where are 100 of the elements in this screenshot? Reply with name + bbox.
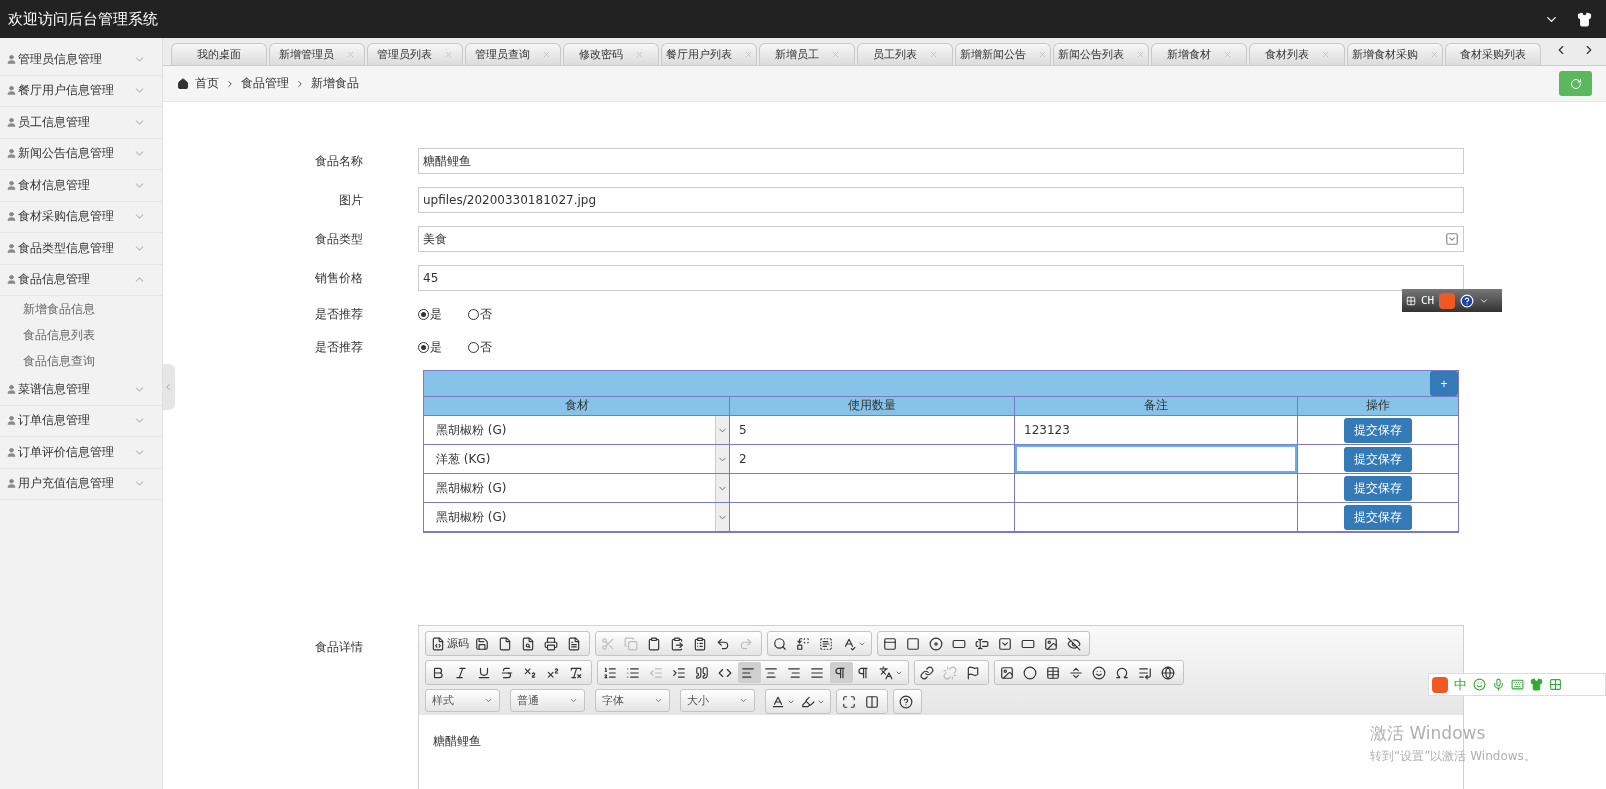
link-icon — [920, 665, 934, 680]
breadcrumb-item[interactable]: 食品管理 — [241, 75, 289, 92]
sidebar-item[interactable]: 员工信息管理 — [0, 107, 162, 139]
help-icon — [899, 694, 913, 709]
sidebar-item[interactable]: 用户充值信息管理 — [0, 468, 162, 500]
sidebar-item[interactable]: 食材信息管理 — [0, 170, 162, 202]
ime-logo-icon — [1439, 292, 1456, 309]
breadcrumb-item[interactable]: 新增食品 — [311, 75, 359, 92]
disc-icon — [929, 636, 943, 651]
caret-icon — [569, 696, 578, 705]
sidebar-item[interactable]: 订单评价信息管理 — [0, 437, 162, 469]
source-button[interactable]: 源码 — [428, 633, 472, 654]
select-field[interactable]: 黑胡椒粉 (G) — [424, 503, 729, 531]
align-left-button[interactable] — [738, 662, 761, 683]
input-field[interactable]: 糖醋鲤鱼 — [418, 148, 1464, 174]
editor-text: 糖醋鲤鱼 — [433, 734, 481, 748]
list-end-icon — [1138, 665, 1152, 680]
tab[interactable]: 新增管理员 — [269, 43, 365, 65]
superscript-icon — [546, 665, 560, 680]
column-header: 使用数量 — [730, 397, 1015, 416]
sidebar-subitem[interactable]: 食品信息查询 — [0, 348, 162, 374]
sidebar-item[interactable]: 食品类型信息管理 — [0, 233, 162, 265]
tab[interactable]: 我的桌面 — [171, 43, 267, 65]
radio-option[interactable]: 是 — [418, 305, 442, 323]
dropdown[interactable]: 字体 — [595, 689, 670, 712]
globe-icon — [1161, 665, 1175, 680]
save-button[interactable]: 提交保存 — [1344, 504, 1412, 530]
select-field[interactable]: 洋葱 (KG) — [424, 445, 729, 473]
align-center-icon — [764, 665, 778, 680]
tab[interactable]: 食材列表 — [1249, 43, 1345, 65]
bulleted-list-icon — [626, 665, 640, 680]
flag-icon — [966, 665, 980, 680]
sidebar-item[interactable]: 新闻公告信息管理 — [0, 138, 162, 170]
column-header: 食材 — [424, 397, 730, 416]
dropdown[interactable]: 普通 — [510, 689, 585, 712]
keyboard-icon[interactable] — [1511, 678, 1524, 691]
input-field[interactable] — [1015, 445, 1297, 473]
input-field[interactable]: 2 — [730, 445, 1014, 473]
italic-icon — [454, 665, 468, 680]
tab[interactable]: 新闻公告列表 — [1053, 43, 1149, 65]
user-icon — [6, 242, 17, 254]
field-label: 食品类型 — [314, 230, 363, 248]
select-field[interactable]: 黑胡椒粉 (G) — [424, 474, 729, 502]
sidebar-item[interactable]: 订单信息管理 — [0, 405, 162, 437]
sidebar-item[interactable]: 食品信息管理 — [0, 264, 162, 296]
save-button[interactable]: 提交保存 — [1344, 475, 1412, 501]
indent-icon — [672, 665, 686, 680]
add-button[interactable]: + — [1430, 371, 1458, 396]
highlight-icon — [801, 694, 815, 709]
sidebar-subitem[interactable]: 新增食品信息 — [0, 296, 162, 322]
chevron-down-icon — [1445, 232, 1459, 246]
tab[interactable]: 新增食材采购 — [1347, 43, 1443, 65]
pilcrow-icon — [833, 665, 847, 680]
sidebar-item[interactable]: 餐厅用户信息管理 — [0, 75, 162, 107]
input-field[interactable]: 123123 — [1015, 416, 1297, 444]
sidebar-item[interactable]: 管理员信息管理 — [0, 44, 162, 76]
input-field[interactable]: upfiles/20200330181027.jpg — [418, 187, 1464, 213]
tab[interactable]: 食材采购列表 — [1445, 43, 1541, 65]
grid-icon[interactable] — [1549, 678, 1562, 691]
source-icon — [431, 636, 445, 651]
tab[interactable]: 管理员列表 — [367, 43, 463, 65]
radio-option[interactable]: 否 — [468, 305, 492, 323]
save-button[interactable]: 提交保存 — [1344, 417, 1412, 443]
tab[interactable]: 员工列表 — [857, 43, 953, 65]
input-field[interactable]: 5 — [730, 416, 1014, 444]
sidebar-item[interactable]: 食材采购信息管理 — [0, 201, 162, 233]
tab[interactable]: 新增食材 — [1151, 43, 1247, 65]
template-icon — [567, 636, 581, 651]
paste-word-icon — [693, 636, 707, 651]
sidebar-subitem[interactable]: 食品信息列表 — [0, 322, 162, 348]
paste-text-icon — [670, 636, 684, 651]
sidebar-item[interactable]: 菜谱信息管理 — [0, 374, 162, 406]
textarea-icon — [975, 636, 989, 651]
user-icon — [6, 179, 17, 191]
tab[interactable]: 新增员工 — [759, 43, 855, 65]
select-field[interactable]: 美食 — [418, 226, 1464, 252]
tab[interactable]: 餐厅用户列表 — [661, 43, 757, 65]
save-button[interactable]: 提交保存 — [1344, 446, 1412, 472]
tab[interactable]: 新增新闻公告 — [955, 43, 1051, 65]
select-field[interactable]: 黑胡椒粉 (G) — [424, 416, 729, 444]
radio-option[interactable]: 否 — [468, 338, 492, 356]
field-label: 食品详情 — [314, 639, 363, 656]
numbered-list-icon — [603, 665, 617, 680]
help-icon[interactable] — [1460, 293, 1475, 308]
microphone-icon[interactable] — [1492, 678, 1505, 691]
smile-icon[interactable] — [1473, 678, 1486, 691]
input-field[interactable]: 45 — [418, 265, 1464, 291]
table-icon — [1046, 665, 1060, 680]
user-icon — [6, 53, 17, 65]
radio-option[interactable]: 是 — [418, 338, 442, 356]
pilcrow-button[interactable] — [830, 662, 853, 683]
align-right-icon — [787, 665, 801, 680]
ime-language: CH — [1421, 294, 1435, 307]
breadcrumb-item[interactable]: 首页 — [195, 75, 219, 92]
save-icon — [475, 636, 489, 651]
collapse-handle[interactable] — [163, 364, 175, 410]
dropdown[interactable]: 大小 — [680, 689, 755, 712]
tab[interactable]: 管理员查询 — [465, 43, 561, 65]
dropdown[interactable]: 样式 — [425, 689, 500, 712]
tab[interactable]: 修改密码 — [563, 43, 659, 65]
